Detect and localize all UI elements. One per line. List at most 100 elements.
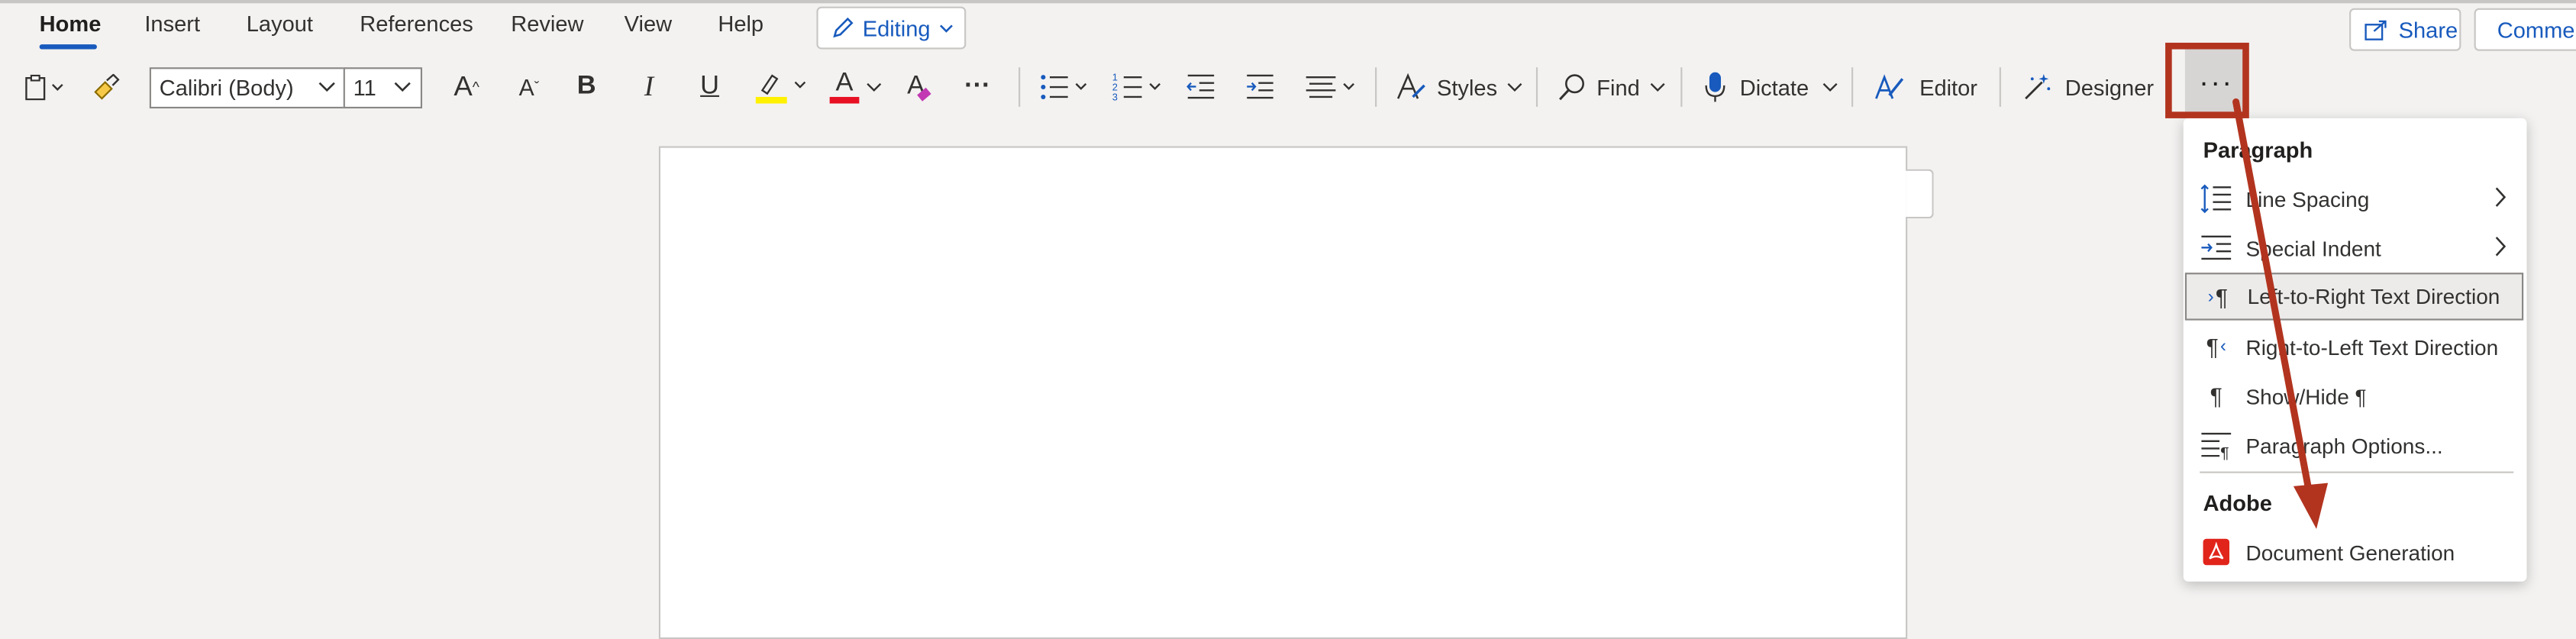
comments-button[interactable]: Comments (2474, 8, 2576, 51)
decrease-indent-button[interactable] (1183, 66, 1219, 108)
styles-label: Styles (1436, 74, 1498, 100)
font-color-button[interactable]: A (826, 66, 885, 108)
menu-section-adobe: Adobe (2203, 491, 2272, 516)
tab-home[interactable]: Home (40, 11, 102, 36)
styles-button[interactable]: Styles (1393, 66, 1525, 108)
menu-section-paragraph: Paragraph (2203, 137, 2313, 163)
ltr-direction-icon: › ¶ (2207, 284, 2229, 311)
window-top-border (0, 0, 2576, 4)
menu-item-label: Line Spacing (2245, 186, 2370, 211)
chevron-right-icon (2495, 187, 2507, 207)
svg-text:¶: ¶ (2220, 444, 2229, 460)
menu-item-label: Document Generation (2245, 539, 2455, 565)
chevron-right-icon (2495, 237, 2507, 257)
chevron-down-icon (394, 82, 411, 92)
pilcrow-icon: ¶ (2210, 382, 2223, 409)
menu-item-label: Paragraph Options... (2245, 432, 2443, 458)
overflow-menu: Paragraph Line Spacing Special Indent › ¶… (2183, 118, 2527, 582)
tab-layout[interactable]: Layout (247, 11, 313, 36)
clear-formatting-button[interactable]: A (900, 66, 936, 108)
document-page[interactable] (658, 146, 1908, 639)
microphone-icon (1705, 72, 1725, 102)
svg-text:3: 3 (1112, 91, 1118, 102)
increase-indent-icon (1247, 74, 1273, 99)
align-icon (1306, 76, 1354, 98)
designer-button[interactable]: Designer (2021, 66, 2155, 108)
highlight-button[interactable] (753, 66, 812, 108)
rtl-direction-icon: ¶ ‹ (2206, 333, 2226, 360)
alignment-button[interactable] (1303, 66, 1361, 108)
menu-item-show-hide[interactable]: ¶ Show/Hide ¶ (2184, 373, 2527, 418)
paragraph-options-icon: ¶ (2200, 431, 2232, 460)
font-color-bar (829, 96, 860, 104)
clipboard-icon (25, 74, 63, 101)
designer-wand-icon (2025, 73, 2051, 100)
tab-help[interactable]: Help (718, 11, 763, 36)
more-font-options-button[interactable]: ··· (960, 66, 996, 108)
menu-item-document-generation[interactable]: Document Generation (2184, 529, 2527, 575)
menu-item-special-indent[interactable]: Special Indent (2184, 225, 2527, 271)
tab-insert[interactable]: Insert (144, 11, 200, 36)
find-button[interactable]: Find (1552, 66, 1671, 108)
format-painter-button[interactable] (86, 66, 125, 108)
shrink-font-icon: A (518, 73, 534, 101)
more-options-icon: ··· (2199, 64, 2234, 98)
share-icon (2365, 20, 2387, 40)
chevron-down-icon (1822, 82, 1838, 92)
special-indent-icon (2200, 234, 2232, 263)
grow-font-icon: A (454, 70, 473, 102)
chevron-down-icon (318, 82, 335, 92)
bullets-button[interactable] (1038, 66, 1094, 108)
bold-button[interactable]: B (569, 66, 605, 108)
font-size-combo[interactable]: 11 (343, 67, 423, 109)
ribbon-separator (1851, 67, 1854, 107)
font-color-icon: A (835, 69, 854, 97)
paste-button[interactable] (13, 66, 72, 108)
underline-button[interactable]: U (692, 66, 728, 108)
bullets-icon (1041, 75, 1087, 99)
search-icon (1558, 74, 1584, 101)
editing-mode-button[interactable]: Editing (816, 6, 967, 50)
numbering-icon: 123 (1112, 73, 1161, 102)
ribbon-separator (1999, 67, 2001, 107)
shrink-font-button[interactable]: Aˇ (509, 66, 549, 108)
share-button[interactable]: Share (2349, 8, 2461, 51)
font-size-value: 11 (353, 75, 376, 101)
ribbon-separator (1535, 67, 1538, 107)
comments-label: Comments (2497, 17, 2576, 42)
chevron-down-icon (940, 24, 954, 33)
adobe-pdf-icon (2200, 537, 2232, 567)
find-label: Find (1596, 74, 1640, 100)
numbering-button[interactable]: 123 (1112, 66, 1168, 108)
editing-mode-label: Editing (862, 15, 931, 40)
tab-review[interactable]: Review (511, 11, 583, 36)
menu-item-line-spacing[interactable]: Line Spacing (2184, 176, 2527, 221)
increase-indent-button[interactable] (1242, 66, 1278, 108)
chevron-down-icon (1650, 82, 1665, 92)
tab-references[interactable]: References (360, 11, 473, 36)
font-name-value: Calibri (Body) (159, 75, 294, 101)
ribbon-overflow-button[interactable]: ··· (2184, 49, 2248, 115)
pencil-icon (833, 17, 854, 38)
styles-icon (1396, 73, 1425, 99)
designer-label: Designer (2064, 74, 2155, 100)
menu-item-paragraph-options[interactable]: ¶ Paragraph Options... (2184, 422, 2527, 468)
editor-label: Editor (1919, 74, 1977, 100)
page-side-tab (1906, 169, 1934, 219)
tab-view[interactable]: View (625, 11, 672, 36)
menu-item-rtl-direction[interactable]: ¶ ‹ Right-to-Left Text Direction (2184, 324, 2527, 370)
grow-font-button[interactable]: A ^ (447, 66, 486, 108)
decrease-indent-icon (1186, 74, 1215, 99)
dictate-button[interactable]: Dictate (1700, 66, 1842, 108)
highlighter-icon (755, 74, 806, 104)
font-name-combo[interactable]: Calibri (Body) (149, 67, 347, 109)
menu-divider (2200, 471, 2514, 473)
menu-item-ltr-direction[interactable]: › ¶ Left-to-Right Text Direction (2184, 273, 2524, 321)
menu-item-label: Right-to-Left Text Direction (2245, 334, 2499, 360)
editor-button[interactable]: Editor (1870, 66, 1981, 108)
word-window: Home Insert Layout References Review Vie… (0, 0, 2576, 639)
chevron-down-icon (867, 82, 882, 92)
italic-button[interactable]: I (631, 66, 667, 108)
ribbon-separator (1018, 67, 1021, 107)
editor-icon (1875, 74, 1904, 99)
